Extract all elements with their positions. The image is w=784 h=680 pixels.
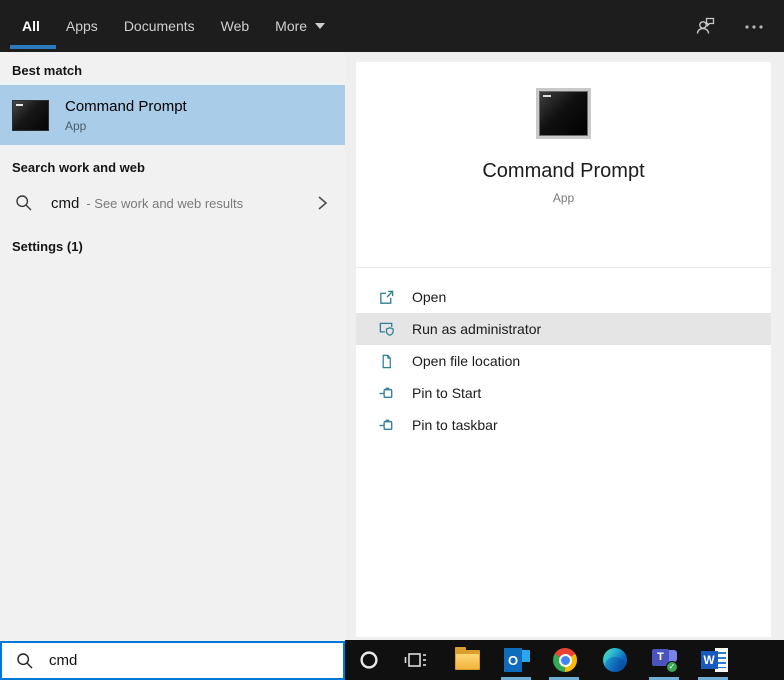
action-run-as-administrator[interactable]: Run as administrator [356,313,771,345]
file-explorer-icon [454,647,480,670]
task-view-button[interactable] [398,640,434,680]
result-subtitle: App [65,118,87,133]
web-query-text: cmd [51,194,80,212]
tab-more[interactable]: More [275,18,326,34]
search-filter-bar: All Apps Documents Web More [0,0,784,52]
edge-icon [603,648,627,672]
run-as-admin-shield-icon [379,322,394,336]
edge-button[interactable] [597,640,633,680]
pin-icon [379,387,393,398]
file-location-icon [382,354,391,368]
windows-search-flyout: All Apps Documents Web More Best match C… [0,0,784,680]
cortana-icon [360,651,378,669]
search-icon [17,652,33,668]
chevron-right-icon [318,196,328,210]
preview-pane-region: Command Prompt App Open Run as administr… [345,52,784,640]
app-title: Command Prompt [482,160,645,182]
search-results-panel: Best match Command Prompt App Search wor… [0,52,345,641]
taskbar: O T ✓ W [345,640,784,680]
tab-more-label: More [275,18,308,34]
app-preview-header: Command Prompt App [356,88,771,268]
teams-button[interactable]: T ✓ [647,640,683,680]
task-view-icon [404,653,426,667]
filter-tabs: All Apps Documents Web More [22,0,326,52]
action-open-file-location[interactable]: Open file location [356,345,771,377]
chevron-down-icon [315,23,326,29]
more-options-ellipsis-icon[interactable] [742,14,766,38]
chrome-button[interactable] [547,640,583,680]
search-web-header: Search work and web [12,160,145,175]
action-pin-to-taskbar[interactable]: Pin to taskbar [356,409,771,441]
settings-header: Settings (1) [12,239,83,254]
tab-web[interactable]: Web [221,18,250,34]
outlook-icon: O [504,648,530,672]
word-button[interactable]: W [696,640,732,680]
teams-status-badge: ✓ [666,660,678,673]
word-icon: W [700,648,728,672]
best-match-result-command-prompt[interactable]: Command Prompt App [0,85,345,145]
result-title: Command Prompt [65,97,187,115]
tab-apps[interactable]: Apps [66,18,98,34]
pin-icon [379,419,393,430]
action-open[interactable]: Open [356,281,771,313]
cortana-button[interactable] [351,640,387,680]
active-tab-indicator [10,45,56,49]
tab-all[interactable]: All [22,18,40,34]
open-icon [380,290,394,304]
file-explorer-button[interactable] [449,640,485,680]
app-subtitle: App [552,191,575,205]
outlook-button[interactable]: O [499,640,535,680]
context-actions-list: Open Run as administrator Open file loca… [356,268,771,441]
command-prompt-icon [12,99,49,131]
web-search-result[interactable]: cmd - See work and web results [0,183,345,223]
taskbar-search-box[interactable] [0,641,345,680]
preview-pane: Command Prompt App Open Run as administr… [356,62,771,637]
web-hint-text: - See work and web results [86,195,244,211]
command-prompt-icon [536,88,591,139]
action-label: Pin to taskbar [412,417,498,433]
search-icon [16,195,32,211]
feedback-icon[interactable] [694,14,718,38]
action-label: Open [412,289,447,305]
chrome-icon [553,648,577,672]
action-label: Pin to Start [412,385,482,401]
best-match-header: Best match [12,63,83,78]
tab-documents[interactable]: Documents [124,18,195,34]
action-pin-to-start[interactable]: Pin to Start [356,377,771,409]
search-input[interactable] [49,652,299,669]
action-label: Open file location [412,353,521,369]
action-label: Run as administrator [412,321,542,337]
teams-icon: T ✓ [652,648,678,673]
